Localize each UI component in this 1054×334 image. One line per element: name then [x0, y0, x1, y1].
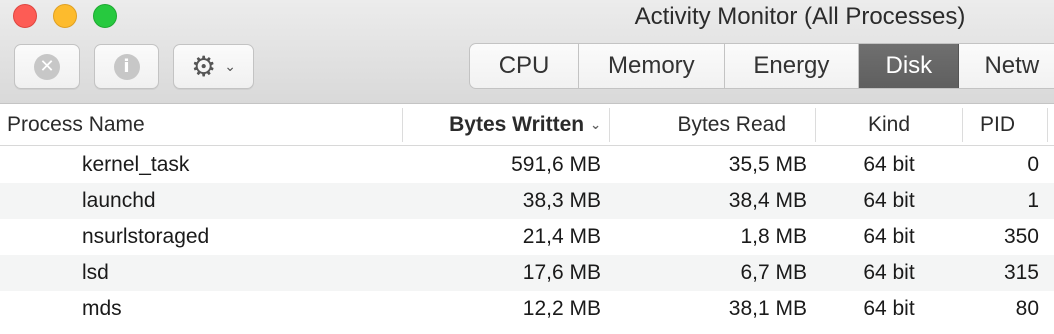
minimize-window-button[interactable] — [53, 4, 77, 28]
pid-cell: 1 — [1027, 189, 1039, 212]
kind-cell: 64 bit — [863, 261, 915, 284]
column-header-kind[interactable]: Kind — [818, 104, 960, 146]
kind-cell: 64 bit — [863, 225, 915, 248]
process-name-cell: lsd — [82, 261, 109, 284]
table-row[interactable]: launchd 38,3 MB 38,4 MB 64 bit 1 — [0, 183, 1054, 219]
column-divider[interactable] — [1047, 108, 1048, 142]
tab-energy[interactable]: Energy — [725, 44, 860, 88]
window-toolbar: Activity Monitor (All Processes) ✕ i ⚙ ⌄… — [0, 0, 1054, 104]
column-header-label: Bytes Written — [449, 113, 585, 136]
table-row[interactable]: lsd 17,6 MB 6,7 MB 64 bit 315 — [0, 255, 1054, 291]
bytes-written-cell: 21,4 MB — [522, 225, 601, 248]
bytes-read-cell: 35,5 MB — [728, 153, 807, 176]
column-header-label: Bytes Read — [677, 113, 786, 136]
bytes-written-cell: 17,6 MB — [522, 261, 601, 284]
kind-cell: 64 bit — [863, 297, 915, 320]
table-row[interactable]: nsurlstoraged 21,4 MB 1,8 MB 64 bit 350 — [0, 219, 1054, 255]
column-header-pid[interactable]: PID — [965, 104, 1045, 146]
window-title: Activity Monitor (All Processes) — [634, 3, 966, 30]
bytes-written-cell: 12,2 MB — [522, 297, 601, 320]
zoom-window-button[interactable] — [93, 4, 117, 28]
action-menu-button[interactable]: ⚙ ⌄ — [173, 44, 254, 89]
pid-cell: 350 — [1003, 225, 1039, 248]
column-divider[interactable] — [962, 108, 963, 142]
column-header-process-name[interactable]: Process Name — [7, 104, 397, 146]
pid-cell: 80 — [1015, 297, 1039, 320]
process-name-cell: kernel_task — [82, 153, 190, 176]
bytes-written-cell: 38,3 MB — [522, 189, 601, 212]
bytes-written-cell: 591,6 MB — [511, 153, 601, 176]
process-name-cell: mds — [82, 297, 122, 320]
process-name-cell: launchd — [82, 189, 156, 212]
tab-disk[interactable]: Disk — [859, 44, 960, 88]
pid-cell: 0 — [1027, 153, 1039, 176]
column-divider[interactable] — [815, 108, 816, 142]
chevron-down-icon: ⌄ — [224, 58, 236, 75]
gear-icon: ⚙ — [191, 49, 217, 83]
stop-process-button[interactable]: ✕ — [14, 44, 80, 89]
pid-cell: 315 — [1003, 261, 1039, 284]
table-row[interactable]: mds 12,2 MB 38,1 MB 64 bit 80 — [0, 291, 1054, 327]
tab-cpu[interactable]: CPU — [470, 44, 580, 88]
column-header-label: Process Name — [7, 113, 145, 136]
column-header-bytes-written[interactable]: Bytes Written ⌄ — [405, 104, 601, 146]
column-divider[interactable] — [402, 108, 403, 142]
table-header: Process Name Bytes Written ⌄ Bytes Read … — [0, 104, 1054, 146]
column-divider[interactable] — [609, 108, 610, 142]
column-header-bytes-read[interactable]: Bytes Read — [612, 104, 786, 146]
bytes-read-cell: 38,1 MB — [728, 297, 807, 320]
close-window-button[interactable] — [13, 4, 37, 28]
process-table: kernel_task 591,6 MB 35,5 MB 64 bit 0 la… — [0, 147, 1054, 327]
inspect-process-button[interactable]: i — [94, 44, 159, 89]
category-tabs: CPU Memory Energy Disk Netw — [469, 43, 1054, 89]
bytes-read-cell: 38,4 MB — [728, 189, 807, 212]
bytes-read-cell: 1,8 MB — [740, 225, 807, 248]
sort-descending-icon: ⌄ — [590, 117, 601, 133]
kind-cell: 64 bit — [863, 189, 915, 212]
column-header-label: PID — [980, 113, 1016, 136]
tab-network[interactable]: Netw — [959, 44, 1054, 88]
bytes-read-cell: 6,7 MB — [740, 261, 807, 284]
kind-cell: 64 bit — [863, 153, 915, 176]
table-row[interactable]: kernel_task 591,6 MB 35,5 MB 64 bit 0 — [0, 147, 1054, 183]
x-circle-icon: ✕ — [34, 53, 60, 80]
column-header-label: Kind — [867, 113, 911, 136]
process-name-cell: nsurlstoraged — [82, 225, 210, 248]
info-icon: i — [113, 53, 140, 80]
tab-memory[interactable]: Memory — [579, 44, 725, 88]
